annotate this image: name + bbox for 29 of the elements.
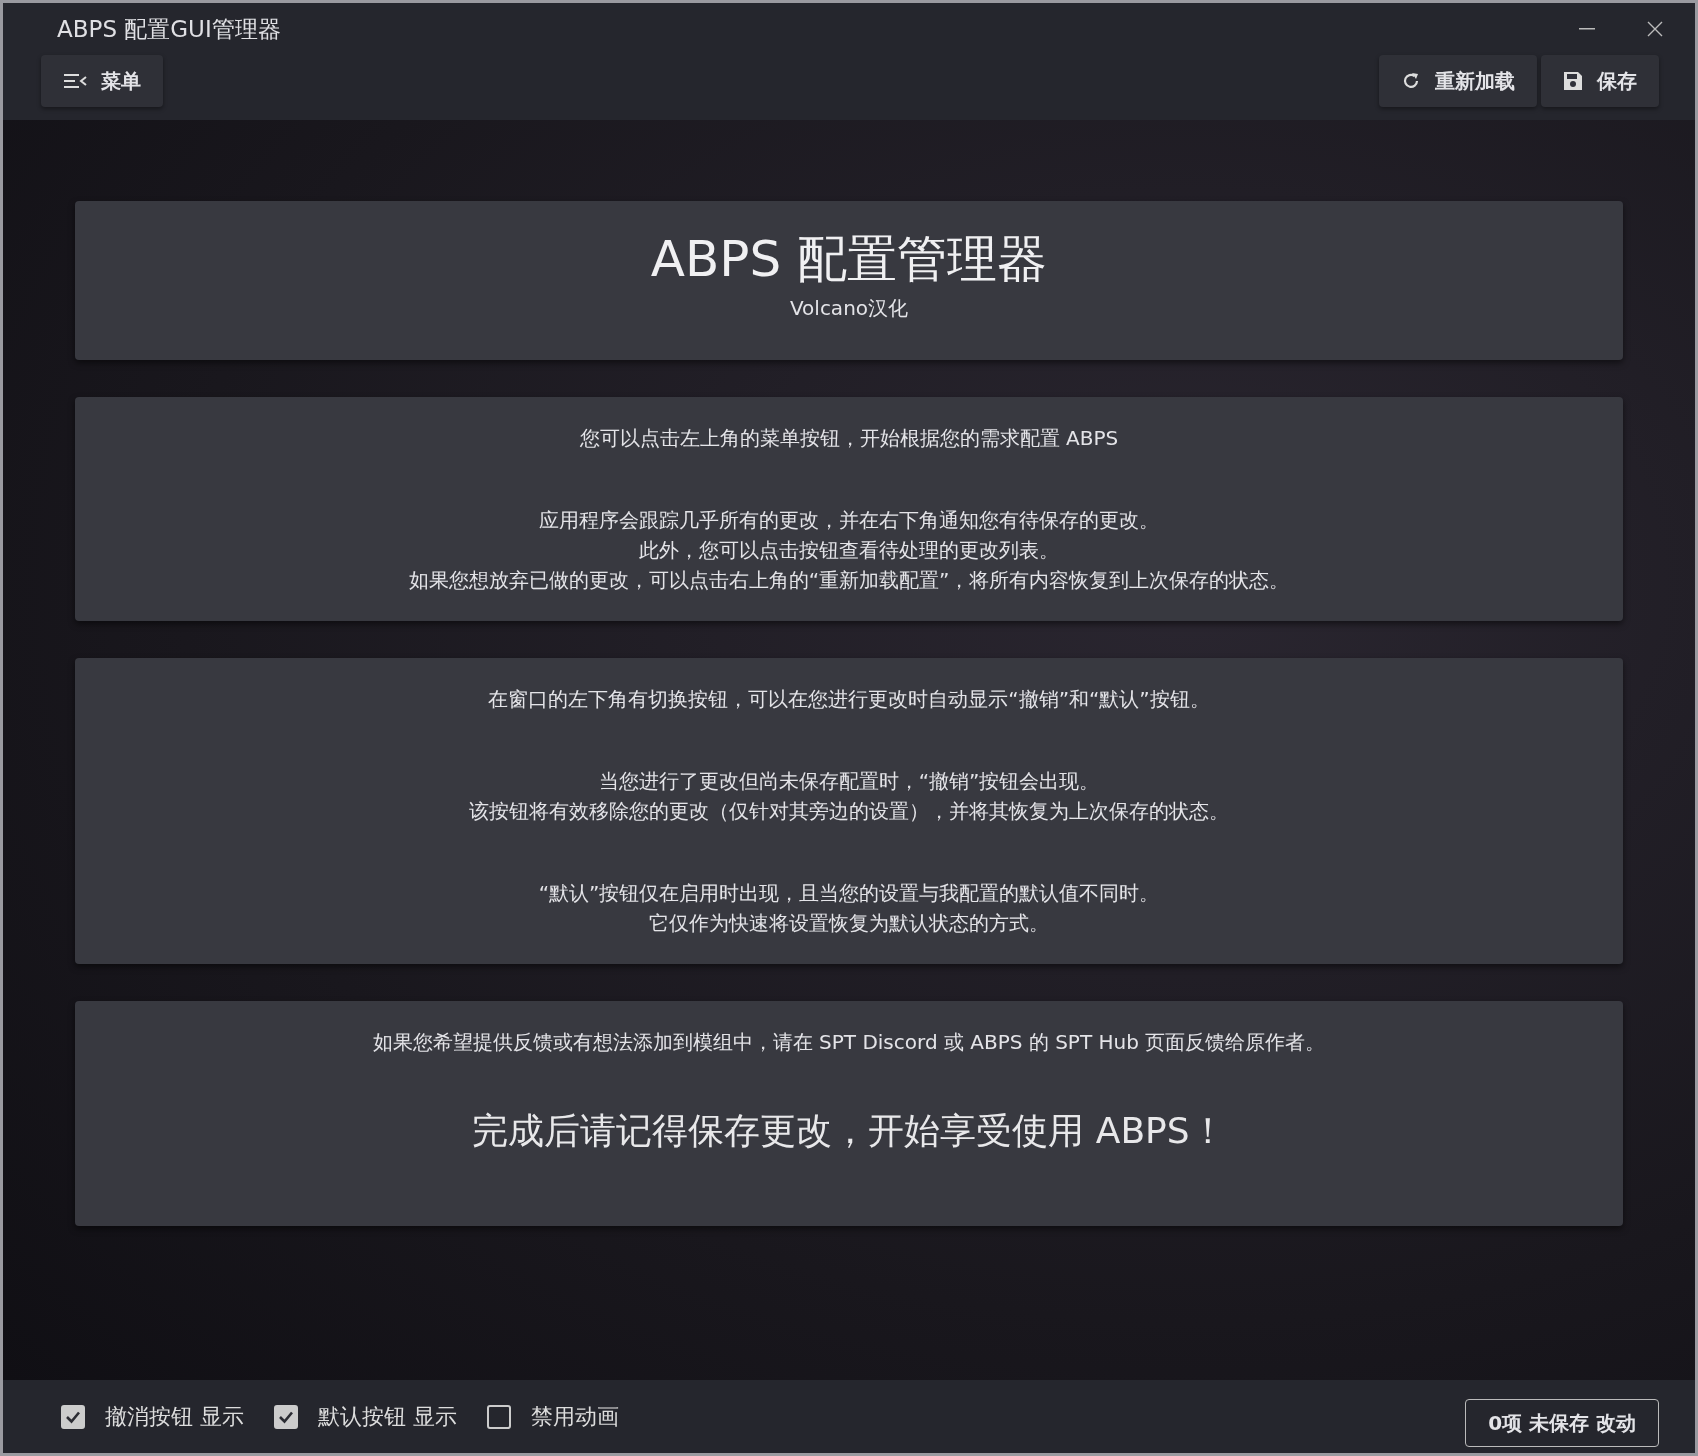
- reload-button[interactable]: 重新加载: [1379, 55, 1537, 107]
- checkbox[interactable]: [61, 1404, 85, 1429]
- checkbox[interactable]: [487, 1404, 511, 1429]
- window-title: ABPS 配置GUI管理器: [57, 14, 281, 44]
- closing-message: 完成后请记得保存更改，开始享受使用 ABPS！: [471, 1109, 1227, 1153]
- checkbox-label: 撤消按钮 显示: [105, 1402, 244, 1431]
- save-button[interactable]: 保存: [1541, 55, 1659, 107]
- info-text: 您可以点击左上角的菜单按钮，开始根据您的需求配置 ABPS: [578, 425, 1120, 452]
- info-text: 在窗口的左下角有切换按钮，可以在您进行更改时自动显示“撤销”和“默认”按钮。: [487, 686, 1211, 713]
- app-subtitle: Volcano汉化: [788, 295, 910, 322]
- reload-icon: [1401, 71, 1421, 91]
- info-text: 应用程序会跟踪几乎所有的更改，并在右下角通知您有待保存的更改。: [538, 507, 1160, 534]
- info-text: 如果您想放弃已做的更改，可以点击右上角的“重新加载配置”，将所有内容恢复到上次保存的状态。: [407, 567, 1291, 594]
- unsaved-changes-button[interactable]: 0项 未保存 改动: [1465, 1399, 1659, 1447]
- app-heading: ABPS 配置管理器: [649, 229, 1049, 289]
- menu-icon: [63, 73, 87, 89]
- info-text: 当您进行了更改但尚未保存配置时，“撤销”按钮会出现。: [597, 768, 1101, 795]
- info-text: 该按钮将有效移除您的更改（仅针对其旁边的设置），并将其恢复为上次保存的状态。: [468, 798, 1230, 825]
- close-icon[interactable]: [1647, 21, 1663, 37]
- minimize-icon[interactable]: [1579, 28, 1595, 30]
- menu-button[interactable]: 菜单: [41, 55, 163, 107]
- save-icon: [1563, 71, 1583, 91]
- checkbox-label: 默认按钮 显示: [318, 1402, 457, 1431]
- info-text: 它仅作为快速将设置恢复为默认状态的方式。: [648, 910, 1050, 937]
- checkbox[interactable]: [274, 1404, 298, 1429]
- info-text: 此外，您可以点击按钮查看待处理的更改列表。: [638, 537, 1060, 564]
- checkbox-label: 禁用动画: [531, 1402, 619, 1431]
- info-text: “默认”按钮仅在启用时出现，且当您的设置与我配置的默认值不同时。: [537, 880, 1161, 907]
- info-text: 如果您希望提供反馈或有想法添加到模组中，请在 SPT Discord 或 ABPS 的 SPT Hub 页面反馈给原作者。: [371, 1029, 1327, 1056]
